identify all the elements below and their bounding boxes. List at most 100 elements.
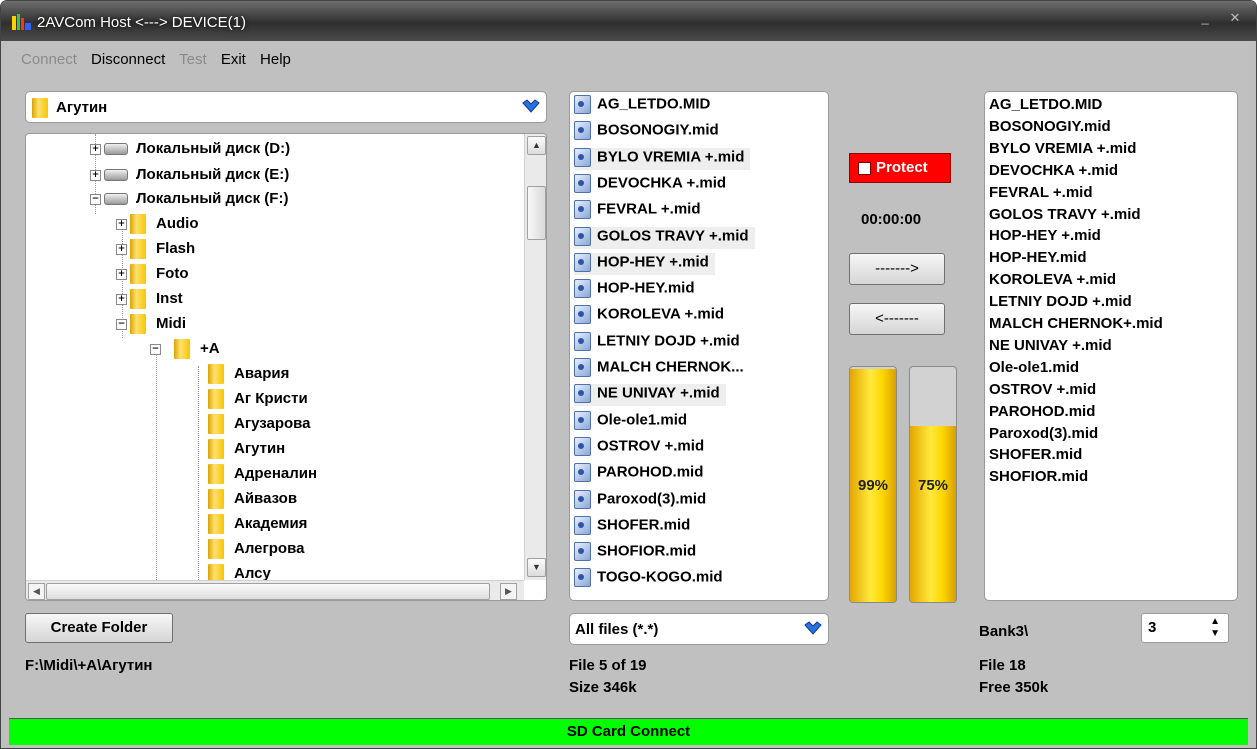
midi-file-icon	[574, 252, 591, 272]
device-file-item[interactable]: BOSONOGIY.mid	[989, 118, 1111, 135]
minimize-icon[interactable]: _	[1194, 9, 1216, 27]
device-file-item[interactable]: DEVOCHKA +.mid	[989, 162, 1118, 179]
device-file-item[interactable]: MALCH CHERNOK+.mid	[989, 315, 1163, 332]
host-file-item[interactable]: BYLO VREMIA +.mid	[574, 147, 751, 170]
host-file-item[interactable]: TOGO-KOGO.mid	[574, 568, 729, 590]
host-file-item[interactable]: HOP-HEY +.mid	[574, 252, 715, 275]
folder-tree[interactable]: + Локальный диск (D:) + Локальный диск (E:…	[25, 133, 547, 601]
expand-icon[interactable]: +	[116, 268, 127, 280]
tree-node-drive-d[interactable]: + Локальный диск (D:)	[90, 140, 290, 157]
midi-file-icon	[574, 489, 591, 509]
midi-file-icon	[574, 121, 591, 141]
folder-icon	[208, 414, 224, 434]
device-file-item[interactable]: LETNIY DOJD +.mid	[989, 293, 1132, 310]
host-file-item[interactable]: NE UNIVAY +.mid	[574, 384, 726, 407]
scroll-down-icon[interactable]: ▼	[527, 558, 546, 577]
dropdown-arrow-icon[interactable]	[522, 99, 540, 115]
device-file-item[interactable]: PAROHOD.mid	[989, 403, 1095, 420]
title-bar[interactable]: 2AVCom Host <---> DEVICE(1) _ ✕	[1, 1, 1256, 41]
device-file-item[interactable]: OSTROV +.mid	[989, 381, 1096, 398]
spinner-arrows-icon[interactable]: ▲ ▼	[1210, 616, 1220, 640]
tree-node-artist[interactable]: Аг Кристи	[208, 389, 308, 409]
tree-node-drive-f[interactable]: − Локальный диск (F:)	[90, 190, 288, 207]
close-icon[interactable]: ✕	[1224, 9, 1246, 27]
tree-vertical-scrollbar[interactable]: ▲ ▼	[524, 134, 546, 580]
tree-node-foto[interactable]: + Foto	[116, 264, 188, 284]
host-file-item[interactable]: MALCH CHERNOK...	[574, 358, 750, 380]
host-file-item[interactable]: DEVOCHKA +.mid	[574, 173, 732, 196]
device-file-item[interactable]: HOP-HEY.mid	[989, 249, 1087, 266]
expand-icon[interactable]: +	[90, 169, 101, 181]
host-file-item[interactable]: Ole-ole1.mid	[574, 410, 693, 433]
host-file-item[interactable]: AG_LETDO.MID	[574, 95, 716, 117]
host-file-item[interactable]: OSTROV +.mid	[574, 436, 710, 459]
copy-to-host-button[interactable]: <-------	[849, 303, 945, 335]
device-file-item[interactable]: NE UNIVAY +.mid	[989, 337, 1112, 354]
tree-node-midi[interactable]: − Midi	[116, 314, 186, 334]
device-file-item[interactable]: Ole-ole1.mid	[989, 359, 1079, 376]
menu-connect[interactable]: Connect	[21, 51, 77, 68]
file-filter-combo[interactable]: All files (*.*)	[569, 613, 829, 645]
tree-node-artist[interactable]: Айвазов	[208, 489, 297, 509]
device-file-item[interactable]: SHOFIOR.mid	[989, 468, 1088, 485]
midi-file-icon	[574, 384, 591, 404]
expand-icon[interactable]: +	[116, 218, 127, 230]
collapse-icon[interactable]: −	[116, 318, 127, 330]
host-file-item[interactable]: SHOFIOR.mid	[574, 542, 702, 564]
midi-file-icon	[574, 358, 591, 377]
device-file-item[interactable]: AG_LETDO.MID	[989, 96, 1102, 113]
collapse-icon[interactable]: −	[150, 343, 161, 355]
scroll-thumb[interactable]	[527, 186, 546, 240]
menu-exit[interactable]: Exit	[221, 51, 246, 68]
tree-horizontal-scrollbar[interactable]: ◀ ▶	[26, 580, 524, 600]
checkbox-box[interactable]	[858, 162, 871, 175]
scroll-left-icon[interactable]: ◀	[28, 583, 45, 600]
menu-test[interactable]: Test	[179, 51, 207, 68]
tree-node-artist[interactable]: Агузарова	[208, 414, 311, 434]
host-file-item[interactable]: KOROLEVA +.mid	[574, 305, 730, 327]
midi-file-icon	[574, 147, 591, 167]
dropdown-arrow-icon[interactable]	[804, 621, 822, 637]
expand-icon[interactable]: +	[116, 243, 127, 255]
host-file-item[interactable]: PAROHOD.mid	[574, 463, 709, 485]
host-file-item[interactable]: Paroxod(3).mid	[574, 489, 712, 512]
folder-combo[interactable]: Агутин	[25, 91, 547, 123]
menu-help[interactable]: Help	[260, 51, 291, 68]
device-file-item[interactable]: Paroxod(3).mid	[989, 425, 1098, 442]
horizontal-scroll-thumb[interactable]	[46, 583, 490, 600]
tree-node-artist[interactable]: Авария	[208, 364, 289, 384]
tree-node-artist[interactable]: Адреналин	[208, 464, 317, 484]
tree-node-artist[interactable]: Алегрова	[208, 539, 304, 559]
host-file-item[interactable]: HOP-HEY.mid	[574, 279, 701, 301]
tree-node-plus-a[interactable]: − +A	[150, 339, 220, 359]
host-file-item[interactable]: SHOFER.mid	[574, 515, 696, 538]
copy-to-device-button[interactable]: ------->	[849, 253, 945, 285]
tree-node-flash[interactable]: + Flash	[116, 239, 195, 259]
host-file-item[interactable]: LETNIY DOJD +.mid	[574, 331, 746, 354]
tree-node-audio[interactable]: + Audio	[116, 214, 199, 234]
device-file-item[interactable]: BYLO VREMIA +.mid	[989, 140, 1136, 157]
scroll-up-icon[interactable]: ▲	[527, 136, 546, 155]
device-file-list[interactable]: AG_LETDO.MID BOSONOGIY.mid BYLO VREMIA +.m…	[984, 91, 1238, 601]
protect-checkbox[interactable]: Protect	[849, 153, 951, 183]
host-file-list[interactable]: AG_LETDO.MID BOSONOGIY.mid BYLO VREMIA +.m…	[569, 91, 829, 601]
collapse-icon[interactable]: −	[90, 193, 101, 205]
tree-node-drive-e[interactable]: + Локальный диск (E:)	[90, 166, 289, 183]
device-file-item[interactable]: KOROLEVA +.mid	[989, 271, 1116, 288]
expand-icon[interactable]: +	[90, 143, 101, 155]
bank-spinner[interactable]: 3 ▲ ▼	[1141, 613, 1229, 643]
device-file-item[interactable]: FEVRAL +.mid	[989, 184, 1093, 201]
create-folder-button[interactable]: Create Folder	[25, 613, 173, 643]
expand-icon[interactable]: +	[116, 293, 127, 305]
tree-node-artist[interactable]: Академия	[208, 514, 307, 534]
device-file-item[interactable]: HOP-HEY +.mid	[989, 227, 1101, 244]
tree-node-artist[interactable]: Агутин	[208, 439, 285, 459]
device-file-item[interactable]: SHOFER.mid	[989, 446, 1082, 463]
device-file-item[interactable]: GOLOS TRAVY +.mid	[989, 206, 1141, 223]
scroll-right-icon[interactable]: ▶	[500, 583, 517, 600]
host-file-item[interactable]: BOSONOGIY.mid	[574, 121, 725, 143]
host-file-item[interactable]: FEVRAL +.mid	[574, 200, 707, 222]
host-file-item[interactable]: GOLOS TRAVY +.mid	[574, 226, 755, 249]
tree-node-inst[interactable]: + Inst	[116, 289, 183, 309]
menu-disconnect[interactable]: Disconnect	[91, 51, 165, 68]
